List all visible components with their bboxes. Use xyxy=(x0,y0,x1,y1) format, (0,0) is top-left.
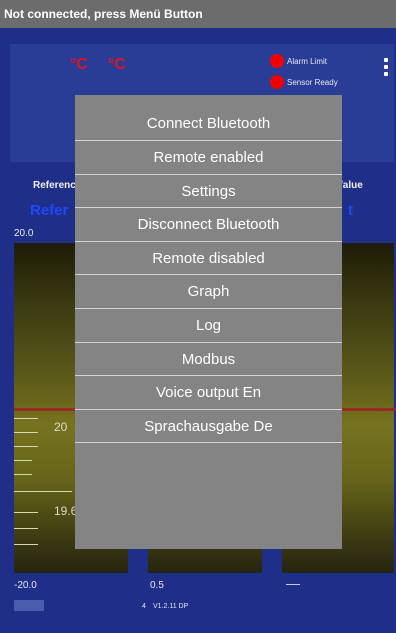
sensor-ready-label: Sensor Ready xyxy=(287,78,338,87)
measured-value: t xyxy=(348,202,353,219)
reference-label: Referenc xyxy=(33,180,76,191)
scale-tick xyxy=(14,446,38,447)
temperature-unit-2: °C xyxy=(108,56,126,73)
reference-value: Refer xyxy=(30,202,69,219)
menu-item-voice-output-en[interactable]: Voice output En xyxy=(75,376,342,410)
footer-number: 4 xyxy=(142,603,146,610)
menu-item-connect-bluetooth[interactable]: Connect Bluetooth xyxy=(75,95,342,141)
alarm-limit-label: Alarm Limit xyxy=(287,57,328,66)
scale-tick xyxy=(14,544,38,545)
menu-item-remote-disabled[interactable]: Remote disabled xyxy=(75,242,342,276)
menu-item-settings[interactable]: Settings xyxy=(75,175,342,209)
scale-tick-label: 19.6 xyxy=(54,504,78,518)
dash-indicator xyxy=(286,584,300,585)
menu-item-sprachausgabe-de[interactable]: Sprachausgabe De xyxy=(75,410,342,444)
menu-item-graph[interactable]: Graph xyxy=(75,275,342,309)
scale-tick xyxy=(14,418,38,419)
menu-item-disconnect-bluetooth[interactable]: Disconnect Bluetooth xyxy=(75,208,342,242)
scale-tick xyxy=(14,528,38,529)
scale-tick xyxy=(14,460,32,461)
menu-item-remote-enabled[interactable]: Remote enabled xyxy=(75,141,342,175)
alarm-led-icon xyxy=(270,54,284,68)
menu-item-log[interactable]: Log xyxy=(75,309,342,343)
scale-tick-label: 20 xyxy=(54,420,68,434)
scale-tick xyxy=(14,432,38,433)
scale-min-label: -20.0 xyxy=(14,580,37,591)
scale-tick xyxy=(14,474,32,475)
scale-tick-major xyxy=(14,491,72,492)
sensor-led-icon xyxy=(270,75,284,89)
app-screen: Not connected, press Menü Button °C °C A… xyxy=(0,0,396,633)
scale-tick xyxy=(14,512,38,513)
version-label: V1.2.11 DP xyxy=(153,603,189,610)
status-bar: Not connected, press Menü Button xyxy=(0,0,396,28)
scale-max-label: 20.0 xyxy=(14,228,34,239)
overflow-menu-icon[interactable] xyxy=(383,58,388,76)
mid-value-label: 0.5 xyxy=(150,580,164,591)
menu-item-modbus[interactable]: Modbus xyxy=(75,343,342,377)
options-popup-menu: Connect Bluetooth Remote enabled Setting… xyxy=(75,95,342,549)
bottom-indicator-bar xyxy=(14,600,44,611)
temperature-unit-1: °C xyxy=(70,56,88,73)
value-label: /alue xyxy=(340,180,363,191)
